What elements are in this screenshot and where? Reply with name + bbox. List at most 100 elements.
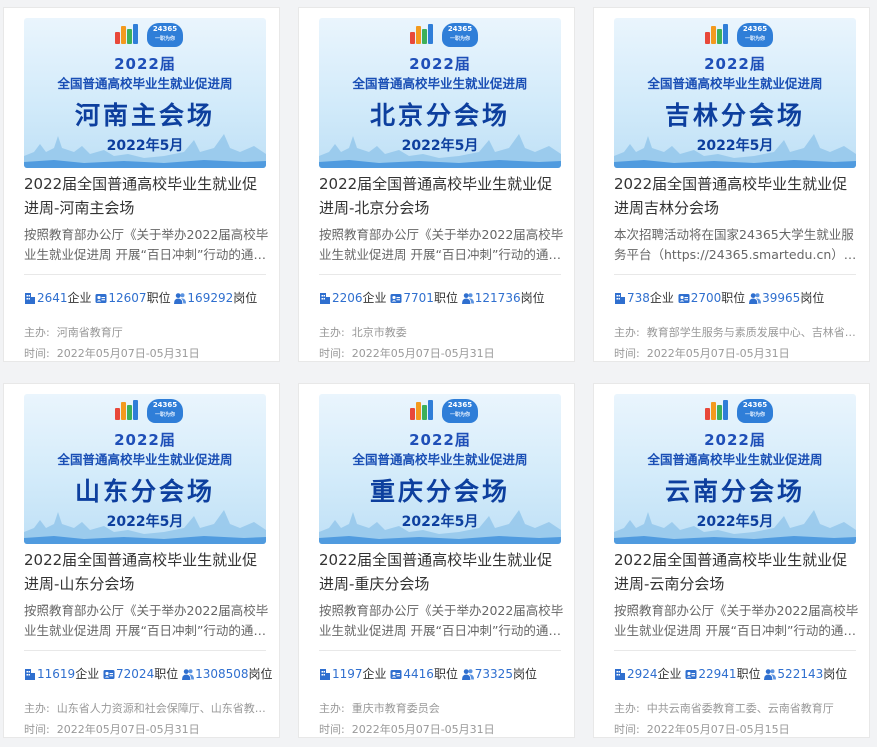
jobs-icon	[182, 669, 195, 680]
company-count: 2641	[37, 291, 68, 305]
event-description: 按照教育部办公厅《关于举办2022届高校毕业生就业促进周 开展“百日冲刺”行动的…	[319, 227, 564, 262]
card-divider	[319, 274, 561, 275]
company-count: 2206	[332, 291, 363, 305]
position-count: 72024	[116, 667, 155, 681]
skyline-illustration	[319, 134, 561, 168]
card-divider	[24, 650, 266, 651]
event-time: 时间: 2022年05月07日-05月31日	[319, 347, 495, 360]
company-icon	[320, 669, 330, 680]
event-card[interactable]: 24365 一职为你 2022届 全国普通高校毕业生就业促进周 吉林分会场 20…	[593, 7, 870, 362]
event-time: 时间: 2022年05月07日-05月15日	[614, 723, 790, 736]
event-card[interactable]: 24365 一职为你 2022届 全国普通高校毕业生就业促进周 重庆分会场 20…	[298, 383, 575, 738]
event-title[interactable]: 2022届全国普通高校毕业生就业促进周-北京分会场	[319, 172, 564, 220]
event-banner-image[interactable]: 24365 一职为你 2022届 全国普通高校毕业生就业促进周 河南主会场 20…	[24, 18, 266, 168]
event-banner-image[interactable]: 24365 一职为你 2022届 全国普通高校毕业生就业促进周 北京分会场 20…	[319, 18, 561, 168]
event-card[interactable]: 24365 一职为你 2022届 全国普通高校毕业生就业促进周 山东分会场 20…	[3, 383, 280, 738]
company-count: 1197	[332, 667, 363, 681]
jobs-count: 73325	[474, 667, 513, 681]
company-icon	[25, 293, 35, 304]
card-divider	[319, 650, 561, 651]
platform-24365-logo: 24365 一职为你	[737, 23, 773, 47]
banner-subtitle: 全国普通高校毕业生就业促进周	[57, 452, 233, 467]
platform-24365-logo: 24365 一职为你	[147, 23, 183, 47]
company-icon	[615, 669, 625, 680]
event-organizer: 主办: 北京市教委	[319, 326, 407, 339]
event-banner-image[interactable]: 24365 一职为你 2022届 全国普通高校毕业生就业促进周 重庆分会场 20…	[319, 394, 561, 544]
banner-subtitle: 全国普通高校毕业生就业促进周	[352, 452, 528, 467]
skyline-illustration	[24, 510, 266, 544]
platform-24365-logo: 24365 一职为你	[737, 399, 773, 423]
event-logo-icon	[705, 24, 731, 44]
position-count: 7701	[403, 291, 434, 305]
event-organizer: 主办: 河南省教育厅	[24, 326, 123, 339]
event-stats: 1197企业 4416职位 73325岗位	[319, 665, 537, 682]
skyline-illustration	[319, 510, 561, 544]
event-logo-icon	[115, 400, 141, 420]
event-time: 时间: 2022年05月07日-05月31日	[319, 723, 495, 736]
event-card[interactable]: 24365 一职为你 2022届 全国普通高校毕业生就业促进周 云南分会场 20…	[593, 383, 870, 738]
position-icon	[390, 670, 402, 679]
position-count: 22941	[698, 667, 737, 681]
position-icon	[678, 294, 690, 303]
event-logo-icon	[705, 400, 731, 420]
banner-subtitle: 全国普通高校毕业生就业促进周	[57, 76, 233, 91]
company-count: 11619	[37, 667, 76, 681]
event-organizer: 主办: 山东省人力资源和社会保障厅、山东省教育厅	[24, 702, 266, 715]
position-count: 4416	[403, 667, 434, 681]
company-count: 2924	[627, 667, 658, 681]
event-title[interactable]: 2022届全国普通高校毕业生就业促进周-河南主会场	[24, 172, 269, 220]
jobs-icon	[461, 293, 474, 304]
event-title[interactable]: 2022届全国普通高校毕业生就业促进周-重庆分会场	[319, 548, 564, 596]
event-title[interactable]: 2022届全国普通高校毕业生就业促进周-云南分会场	[614, 548, 859, 596]
event-stats: 738企业 2700职位 39965岗位	[614, 289, 824, 306]
event-description: 按照教育部办公厅《关于举办2022届高校毕业生就业促进周 开展“百日冲刺”行动的…	[24, 227, 269, 262]
jobs-count: 121736	[474, 291, 521, 305]
event-time: 时间: 2022年05月07日-05月31日	[614, 347, 790, 360]
jobs-count: 39965	[762, 291, 801, 305]
event-organizer: 主办: 教育部学生服务与素质发展中心、吉林省教育厅	[614, 326, 856, 339]
card-divider	[614, 650, 856, 651]
jobs-icon	[174, 293, 187, 304]
event-title[interactable]: 2022届全国普通高校毕业生就业促进周吉林分会场	[614, 172, 859, 220]
event-stats: 2924企业 22941职位 522143岗位	[614, 665, 847, 682]
banner-subtitle: 全国普通高校毕业生就业促进周	[647, 76, 823, 91]
event-title[interactable]: 2022届全国普通高校毕业生就业促进周-山东分会场	[24, 548, 269, 596]
card-divider	[24, 274, 266, 275]
jobs-icon	[764, 669, 777, 680]
jobs-count: 1308508	[195, 667, 249, 681]
platform-24365-logo: 24365 一职为你	[147, 399, 183, 423]
event-description: 本次招聘活动将在国家24365大学生就业服务平台（https://24365.s…	[614, 227, 857, 262]
banner-year: 2022届	[704, 55, 766, 73]
position-count: 12607	[108, 291, 147, 305]
event-card[interactable]: 24365 一职为你 2022届 全国普通高校毕业生就业促进周 河南主会场 20…	[3, 7, 280, 362]
banner-subtitle: 全国普通高校毕业生就业促进周	[647, 452, 823, 467]
position-icon	[685, 670, 697, 679]
position-icon	[95, 294, 107, 303]
skyline-illustration	[614, 134, 856, 168]
event-banner-image[interactable]: 24365 一职为你 2022届 全国普通高校毕业生就业促进周 山东分会场 20…	[24, 394, 266, 544]
jobs-count: 169292	[187, 291, 234, 305]
event-logo-icon	[410, 400, 436, 420]
company-icon	[320, 293, 330, 304]
banner-year: 2022届	[704, 431, 766, 449]
event-stats: 2641企业 12607职位 169292岗位	[24, 289, 257, 306]
jobs-count: 522143	[777, 667, 824, 681]
event-organizer: 主办: 中共云南省委教育工委、云南省教育厅	[614, 702, 834, 715]
skyline-illustration	[614, 510, 856, 544]
event-time: 时间: 2022年05月07日-05月31日	[24, 723, 200, 736]
platform-24365-logo: 24365 一职为你	[442, 399, 478, 423]
event-banner-image[interactable]: 24365 一职为你 2022届 全国普通高校毕业生就业促进周 云南分会场 20…	[614, 394, 856, 544]
company-icon	[25, 669, 35, 680]
event-organizer: 主办: 重庆市教育委员会	[319, 702, 440, 715]
event-stats: 2206企业 7701职位 121736岗位	[319, 289, 545, 306]
platform-24365-logo: 24365 一职为你	[442, 23, 478, 47]
event-logo-icon	[115, 24, 141, 44]
jobs-icon	[461, 669, 474, 680]
event-banner-image[interactable]: 24365 一职为你 2022届 全国普通高校毕业生就业促进周 吉林分会场 20…	[614, 18, 856, 168]
event-description: 按照教育部办公厅《关于举办2022届高校毕业生就业促进周 开展“百日冲刺”行动的…	[24, 603, 269, 638]
event-card[interactable]: 24365 一职为你 2022届 全国普通高校毕业生就业促进周 北京分会场 20…	[298, 7, 575, 362]
card-divider	[614, 274, 856, 275]
banner-subtitle: 全国普通高校毕业生就业促进周	[352, 76, 528, 91]
jobs-icon	[749, 293, 762, 304]
position-icon	[103, 670, 115, 679]
